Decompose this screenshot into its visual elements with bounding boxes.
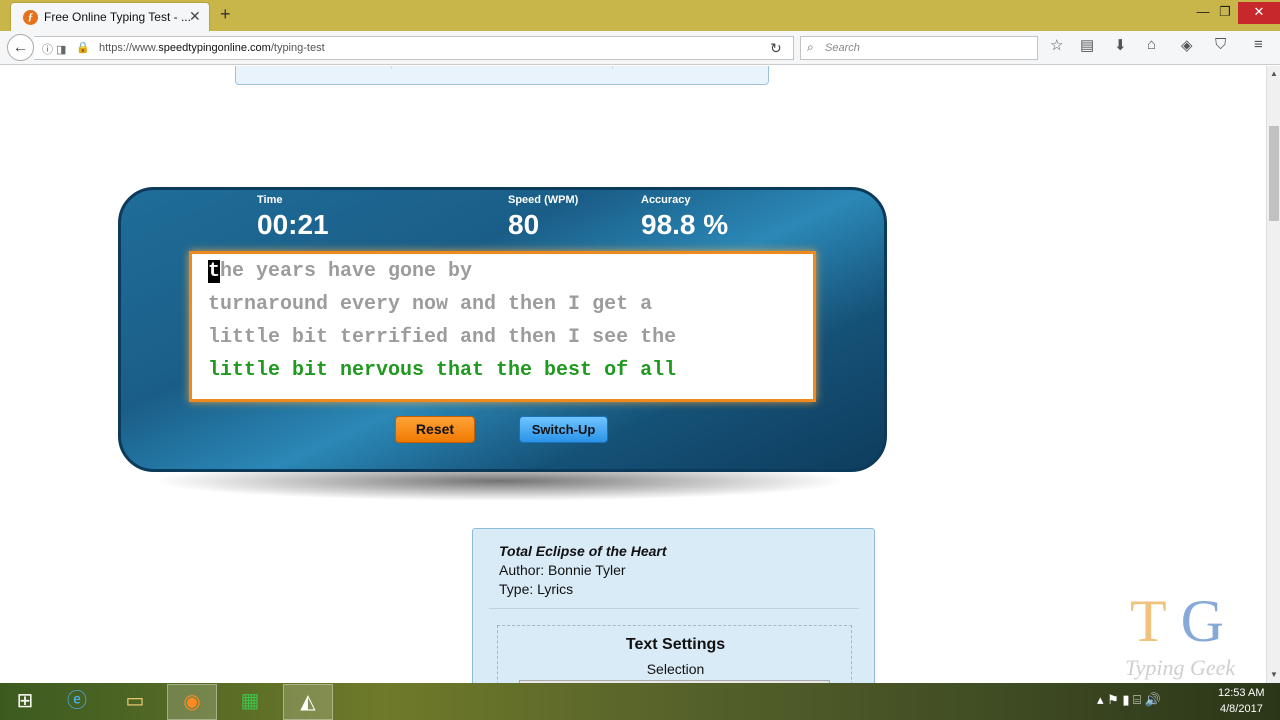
typing-geek-logo: TG	[1130, 587, 1224, 656]
search-input[interactable]: ⌕ Search	[800, 36, 1038, 60]
pocket-icon[interactable]: ◈	[1181, 36, 1193, 54]
results-divider	[391, 66, 392, 69]
results-box	[235, 66, 769, 85]
scroll-thumb[interactable]	[1269, 126, 1279, 221]
internet-explorer-icon[interactable]: ⓔ	[52, 684, 102, 720]
logo-letter-t: T	[1130, 588, 1167, 654]
app-icon[interactable]: ◭	[283, 684, 333, 720]
shield-icon[interactable]: ⛉	[1215, 36, 1226, 53]
clock-time[interactable]: 12:53 AM	[1218, 687, 1264, 699]
scroll-down-icon[interactable]: ▼	[1270, 670, 1278, 679]
text-line-4: little bit nervous that the best of all	[208, 359, 677, 382]
typing-cursor: t	[208, 260, 221, 283]
back-button[interactable]: ←	[7, 34, 34, 61]
accuracy-value: 98.8 %	[641, 209, 729, 240]
text-line-2: turnaround every now and then I get a	[208, 293, 653, 316]
text-settings-box: Text Settings Selection	[497, 625, 852, 683]
menu-icon[interactable]: ≡	[1254, 36, 1263, 53]
results-divider	[612, 66, 613, 69]
url-path: /typing-test	[270, 42, 325, 54]
reset-button[interactable]: Reset	[395, 416, 475, 443]
text-line-3: little bit terrified and then I see the	[208, 326, 677, 349]
new-tab-icon[interactable]: +	[220, 4, 231, 25]
url-host: speedtypingonline.com	[158, 42, 271, 54]
song-title: Total Eclipse of the Heart	[499, 543, 667, 559]
divider	[489, 608, 859, 609]
tab-title: Free Online Typing Test - ...	[44, 10, 191, 24]
address-bar[interactable]: ⓘ ◨ 🔒 https://www.speedtypingonline.com/…	[34, 36, 794, 60]
bookmark-star-icon[interactable]: ☆	[1050, 36, 1063, 54]
system-tray-icons[interactable]: ▴ ⚑ ▮ ⌸ 🔊	[1097, 692, 1161, 708]
text-settings-title: Text Settings	[625, 636, 726, 653]
search-icon: ⌕	[807, 40, 814, 54]
text-line-1: the years have gone by	[208, 260, 472, 283]
firefox-icon[interactable]: ◉	[167, 684, 217, 720]
browser-tab[interactable]: ƒ Free Online Typing Test - ... ✕	[10, 2, 210, 31]
clock-date[interactable]: 4/8/2017	[1220, 703, 1263, 715]
close-tab-icon[interactable]: ✕	[189, 8, 201, 25]
text-type: Type: Lyrics	[499, 581, 574, 597]
selection-label: Selection	[646, 661, 705, 677]
taskbar: ⊞ ⓔ ▭ ◉ ▦ ◭ ▴ ⚑ ▮ ⌸ 🔊 12:53 AM 4/8/2017	[0, 683, 1280, 720]
speed-label: Speed (WPM)	[508, 194, 579, 206]
url-prefix: https://www.	[99, 42, 159, 54]
title-bar: ƒ Free Online Typing Test - ... ✕ + — ❐ …	[0, 0, 1280, 31]
song-author: Author: Bonnie Tyler	[499, 562, 626, 578]
typing-favicon-icon: ƒ	[23, 10, 38, 25]
download-icon[interactable]: ⬇	[1114, 36, 1127, 54]
scroll-up-icon[interactable]: ▲	[1270, 69, 1278, 78]
accuracy-label: Accuracy	[641, 194, 691, 206]
url-text[interactable]: https://www.speedtypingonline.com/typing…	[99, 42, 325, 54]
file-explorer-icon[interactable]: ▭	[110, 684, 160, 720]
time-label: Time	[257, 194, 283, 206]
lock-icon: 🔒	[76, 42, 90, 54]
text-info-panel: Total Eclipse of the Heart Author: Bonni…	[472, 528, 875, 683]
switch-up-button[interactable]: Switch-Up	[519, 416, 608, 443]
restore-icon[interactable]: ❐	[1210, 2, 1240, 24]
page-content: Time 00:21 Speed (WPM) 80 Accuracy 98.8 …	[0, 66, 1266, 683]
typing-geek-subtitle: Typing Geek	[1125, 655, 1236, 680]
close-window-icon[interactable]: ✕	[1238, 2, 1280, 24]
home-icon[interactable]: ⌂	[1147, 36, 1156, 53]
info-icon[interactable]: ⓘ ◨	[42, 41, 66, 57]
reload-icon[interactable]: ↻	[770, 40, 782, 57]
time-value: 00:21	[257, 209, 329, 240]
windows-start-icon[interactable]: ⊞	[0, 684, 50, 720]
text-line-1-rest: he years have gone by	[220, 260, 473, 283]
store-icon[interactable]: ▦	[225, 684, 275, 720]
logo-letter-g: G	[1180, 588, 1224, 654]
typing-text-area[interactable]: the years have gone by turnaround every …	[189, 251, 816, 402]
vertical-scrollbar[interactable]: ▲ ▼	[1266, 66, 1280, 683]
search-placeholder: Search	[825, 42, 860, 54]
reading-list-icon[interactable]: ▤	[1080, 36, 1094, 54]
speed-value: 80	[508, 209, 540, 240]
